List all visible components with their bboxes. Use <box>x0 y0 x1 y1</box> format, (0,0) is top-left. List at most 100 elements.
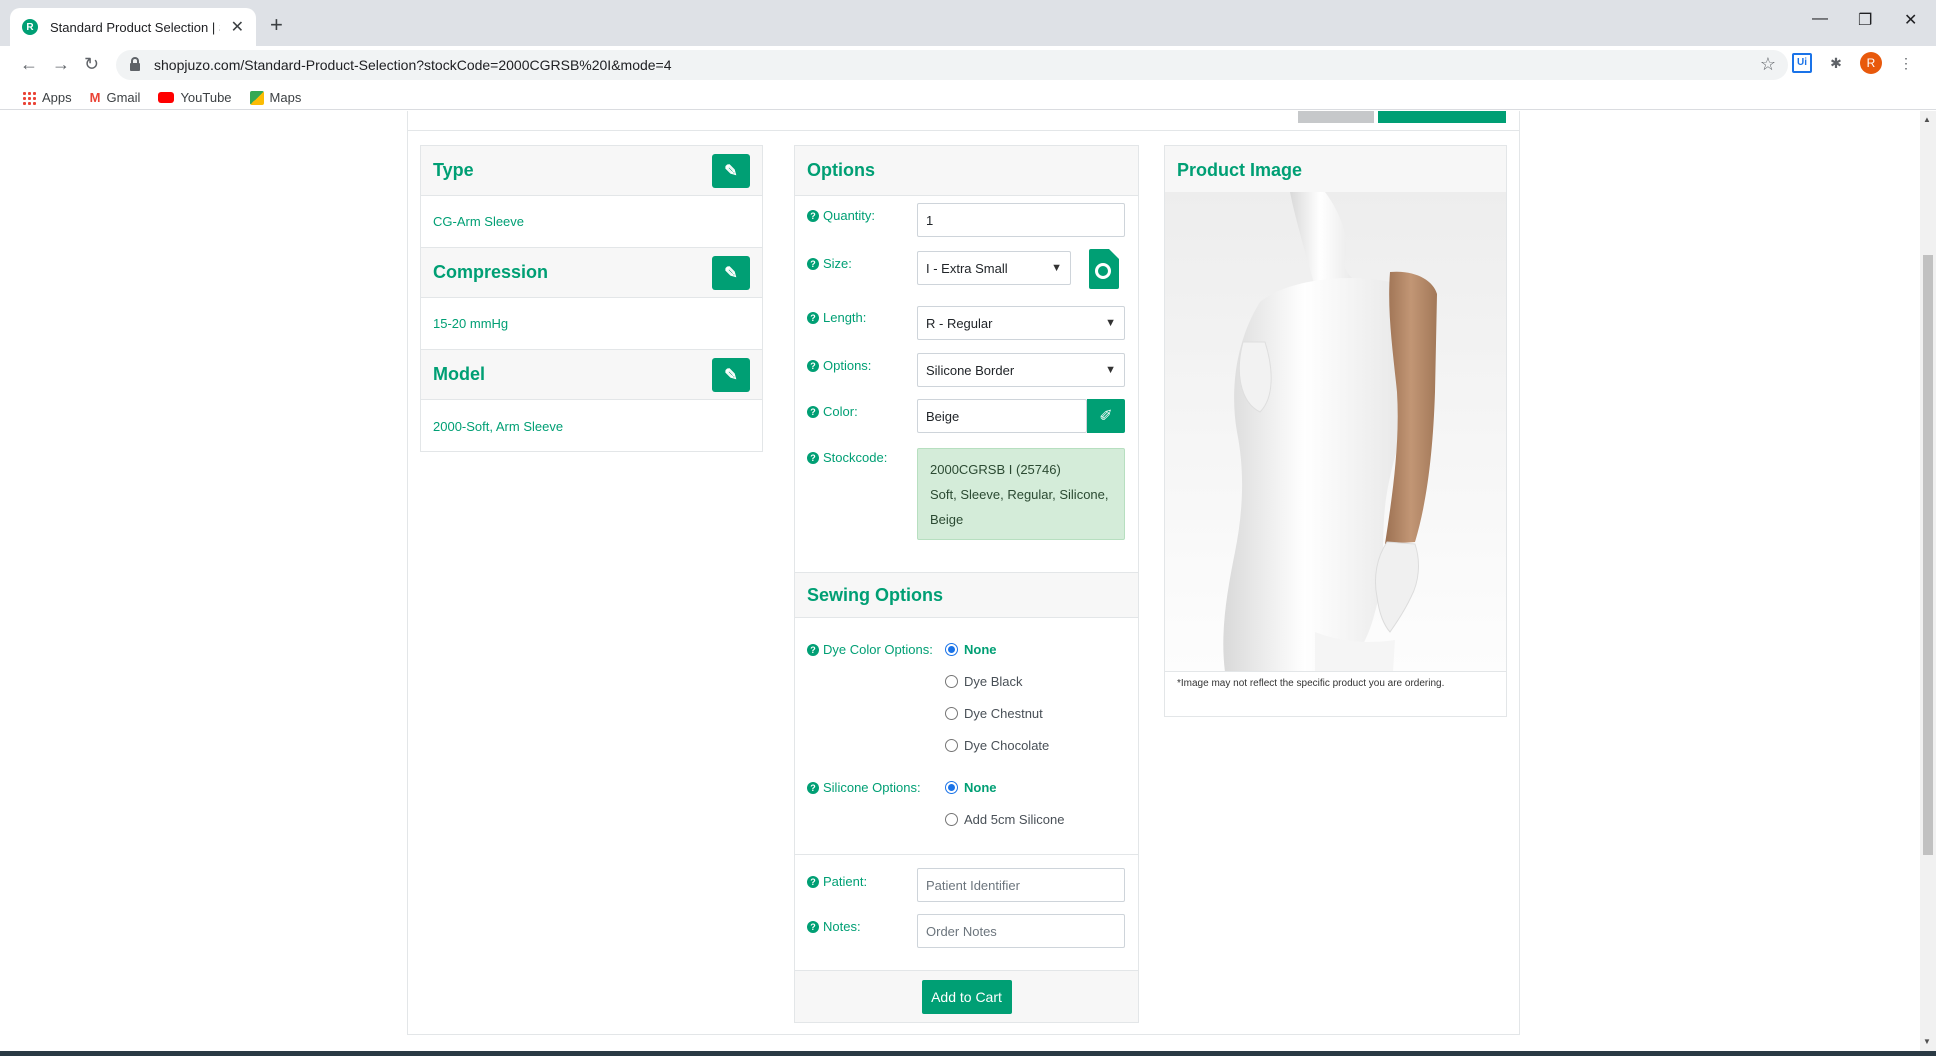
length-label: ? Length: <box>807 310 866 325</box>
chevron-down-icon: ▼ <box>1105 317 1116 329</box>
model-title: Model <box>433 364 485 384</box>
bookmark-star-icon[interactable]: ☆ <box>1760 54 1776 75</box>
help-icon[interactable]: ? <box>807 359 819 372</box>
menu-kebab-icon[interactable]: ⋮ <box>1896 53 1916 73</box>
help-icon[interactable]: ? <box>807 405 819 418</box>
pencil-icon: ✎ <box>724 163 738 180</box>
radio-icon[interactable] <box>945 707 958 720</box>
scroll-thumb[interactable] <box>1923 255 1933 855</box>
image-disclaimer: *Image may not reflect the specific prod… <box>1177 678 1445 689</box>
reload-icon[interactable]: ↻ <box>84 54 99 75</box>
options-header: Options <box>795 146 1138 196</box>
eyedropper-icon: ✐ <box>1099 408 1113 425</box>
maps-icon <box>249 90 264 105</box>
quantity-input[interactable]: 1 <box>917 203 1125 237</box>
radio-checked-icon[interactable] <box>945 781 958 794</box>
site-favicon-icon: R <box>22 19 38 35</box>
color-input[interactable]: Beige <box>917 399 1087 433</box>
url-text: shopjuzo.com/Standard-Product-Selection?… <box>154 57 672 73</box>
edit-model-button[interactable]: ✎ <box>712 358 750 392</box>
scroll-down-icon[interactable]: ▼ <box>1923 1037 1931 1046</box>
profile-avatar[interactable]: R <box>1860 52 1882 74</box>
back-icon[interactable]: ← <box>20 54 38 75</box>
dye-option-chocolate[interactable]: Dye Chocolate <box>945 738 1049 753</box>
help-icon[interactable]: ? <box>807 257 819 270</box>
scroll-up-icon[interactable]: ▲ <box>1923 115 1931 124</box>
extension-icons: Ui ✱ R ⋮ <box>1792 52 1916 74</box>
radio-checked-icon[interactable] <box>945 643 958 656</box>
silicone-option-none[interactable]: None <box>945 780 997 795</box>
help-icon[interactable]: ? <box>807 920 819 933</box>
compression-value: 15-20 mmHg <box>421 298 762 350</box>
sewing-options-header: Sewing Options <box>795 572 1138 618</box>
address-bar[interactable]: shopjuzo.com/Standard-Product-Selection?… <box>116 50 1788 80</box>
options-select[interactable]: Silicone Border ▼ <box>917 353 1125 387</box>
lock-icon <box>130 57 140 71</box>
size-chart-icon[interactable] <box>1089 249 1119 289</box>
bookmark-gmail[interactable]: M Gmail <box>90 90 141 105</box>
product-image-panel: Product Image *Image may not reflect the… <box>1164 145 1507 717</box>
bookmarks-bar: Apps M Gmail YouTube Maps <box>0 86 1936 110</box>
edit-type-button[interactable]: ✎ <box>712 154 750 188</box>
add-to-cart-button[interactable]: Add to Cart <box>921 979 1012 1014</box>
tab-title: Standard Product Selection | Sho <box>50 19 220 35</box>
type-title: Type <box>433 160 474 180</box>
dye-option-none[interactable]: None <box>945 642 997 657</box>
quantity-label: ? Quantity: <box>807 208 875 223</box>
product-container: Type ✎ CG-Arm Sleeve Compression ✎ 15-20… <box>407 111 1520 1035</box>
top-action-strip <box>408 111 1519 131</box>
options-panel: Options ? Quantity: 1 ? Size: I - Extra Sm… <box>794 145 1139 1023</box>
dye-option-chestnut[interactable]: Dye Chestnut <box>945 706 1043 721</box>
silicone-option-add5cm[interactable]: Add 5cm Silicone <box>945 812 1064 827</box>
dye-option-black[interactable]: Dye Black <box>945 674 1023 689</box>
length-select[interactable]: R - Regular ▼ <box>917 306 1125 340</box>
restore-icon[interactable]: ❐ <box>1858 10 1872 30</box>
help-icon[interactable]: ? <box>807 311 819 324</box>
sewing-options-title: Sewing Options <box>807 584 944 605</box>
help-icon[interactable]: ? <box>807 781 819 794</box>
youtube-icon <box>158 92 175 103</box>
silicone-options-label: ? Silicone Options: <box>807 780 921 795</box>
bookmark-maps[interactable]: Maps <box>249 90 301 105</box>
browser-toolbar: ← → ↻ shopjuzo.com/Standard-Product-Sele… <box>0 46 1936 86</box>
color-picker-button[interactable]: ✐ <box>1087 399 1125 433</box>
top-primary-button[interactable] <box>1378 111 1506 123</box>
chevron-down-icon: ▼ <box>1105 364 1116 376</box>
size-select[interactable]: I - Extra Small ▼ <box>917 251 1071 285</box>
bookmark-youtube[interactable]: YouTube <box>158 90 232 105</box>
page-content: Type ✎ CG-Arm Sleeve Compression ✎ 15-20… <box>0 111 1936 1051</box>
radio-icon[interactable] <box>945 739 958 752</box>
radio-icon[interactable] <box>945 813 958 826</box>
forward-icon[interactable]: → <box>52 54 70 75</box>
edit-compression-button[interactable]: ✎ <box>712 256 750 290</box>
help-icon[interactable]: ? <box>807 451 819 464</box>
help-icon[interactable]: ? <box>807 209 819 222</box>
browser-tab[interactable]: R Standard Product Selection | Sho ✕ <box>10 8 256 46</box>
dye-color-label: ? Dye Color Options: <box>807 642 933 657</box>
bookmark-apps[interactable]: Apps <box>22 90 72 105</box>
new-tab-icon[interactable]: + <box>270 12 283 38</box>
model-header: Model ✎ <box>421 350 762 400</box>
type-header: Type ✎ <box>421 146 762 196</box>
page-scrollbar[interactable]: ▲ ▼ <box>1920 111 1936 1051</box>
tab-close-icon[interactable]: ✕ <box>231 17 244 37</box>
top-secondary-button[interactable] <box>1298 111 1374 123</box>
help-icon[interactable]: ? <box>807 643 819 656</box>
product-image-title: Product Image <box>1177 160 1303 180</box>
patient-input[interactable]: Patient Identifier <box>917 868 1125 902</box>
pencil-icon: ✎ <box>724 367 738 384</box>
help-icon[interactable]: ? <box>807 875 819 888</box>
extensions-puzzle-icon[interactable]: ✱ <box>1826 53 1846 73</box>
minimize-icon[interactable]: — <box>1812 10 1828 28</box>
cart-footer: Add to Cart <box>795 970 1138 1022</box>
window-close-icon[interactable]: ✕ <box>1904 10 1917 30</box>
radio-icon[interactable] <box>945 675 958 688</box>
stockcode-box: 2000CGRSB I (25746) Soft, Sleeve, Regula… <box>917 448 1125 540</box>
notes-input[interactable]: Order Notes <box>917 914 1125 948</box>
section-divider <box>795 854 1138 855</box>
compression-title: Compression <box>433 262 549 282</box>
uipath-extension-icon[interactable]: Ui <box>1792 53 1812 73</box>
gmail-icon: M <box>89 90 101 105</box>
chevron-down-icon: ▼ <box>1051 262 1062 274</box>
pencil-icon: ✎ <box>724 265 738 282</box>
